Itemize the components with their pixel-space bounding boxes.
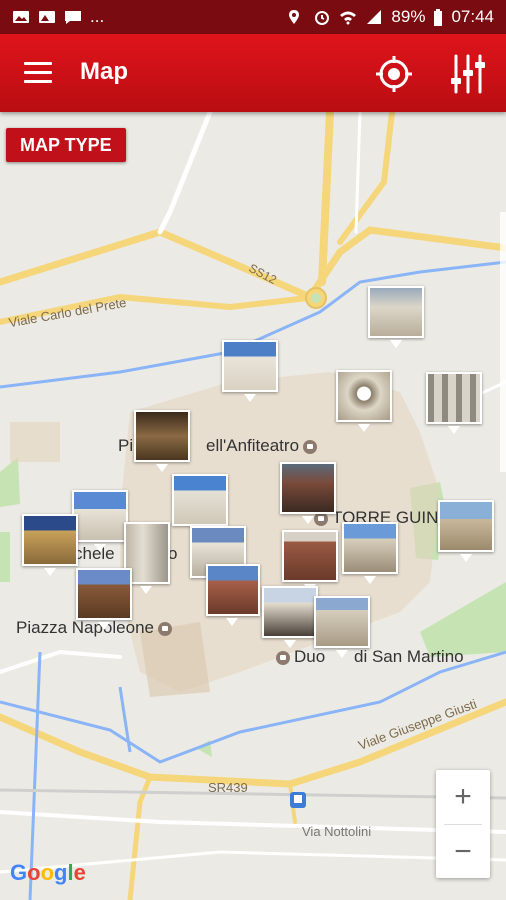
message-notification-icon — [64, 9, 82, 25]
app-bar: Map — [0, 34, 506, 112]
place-label-duomo-end: di San Martino — [354, 647, 464, 666]
marker-pointer — [284, 640, 296, 648]
place-label-piazza-napoleone: Piazza Napoleone — [16, 618, 172, 638]
road-label-sr439: SR439 — [208, 780, 248, 795]
place-label-anfiteatro-text: ell'Anfiteatro — [206, 436, 300, 455]
photo-marker[interactable] — [134, 410, 190, 462]
marker-pointer — [98, 622, 110, 630]
page-title: Map — [80, 58, 128, 85]
zoom-controls: + − — [436, 770, 490, 878]
google-logo-g: G — [10, 860, 28, 885]
image-notification-icon — [12, 9, 30, 25]
photo-marker[interactable] — [282, 530, 338, 582]
menu-icon[interactable] — [24, 60, 54, 86]
marker-pointer — [244, 394, 256, 402]
marker-pointer — [448, 426, 460, 434]
poi-icon — [157, 621, 172, 636]
location-icon — [287, 9, 305, 25]
photo-marker[interactable] — [76, 568, 132, 620]
marker-pointer — [94, 544, 106, 552]
filter-sliders-icon[interactable] — [448, 52, 488, 96]
google-logo: Google — [10, 860, 86, 886]
zoom-in-button[interactable]: + — [436, 770, 490, 824]
marker-pointer — [390, 340, 402, 348]
photo-marker[interactable] — [22, 514, 78, 566]
photo-marker[interactable] — [368, 286, 424, 338]
photo-marker[interactable] — [336, 370, 392, 422]
clock: 07:44 — [451, 7, 494, 26]
photo-marker[interactable] — [72, 490, 128, 542]
marker-pointer — [358, 424, 370, 432]
photo-marker[interactable] — [314, 596, 370, 648]
marker-pointer — [156, 464, 168, 472]
battery-icon — [433, 9, 443, 26]
my-location-icon[interactable] — [374, 54, 414, 94]
photo-marker[interactable] — [172, 474, 228, 526]
map-edge — [500, 212, 506, 472]
photo-marker[interactable] — [206, 564, 260, 616]
marker-pointer — [336, 650, 348, 658]
place-label-duomo: Duo — [276, 647, 325, 667]
google-logo-g2: g — [54, 860, 68, 885]
marker-pointer — [364, 576, 376, 584]
signal-icon — [365, 9, 383, 25]
gallery-notification-icon — [38, 9, 56, 25]
map-view[interactable]: MAP TYPE SS12 Viale Carlo del Prete Vial… — [0, 112, 506, 900]
place-label-anfiteatro: ell'Anfiteatro — [206, 436, 318, 456]
zoom-out-button[interactable]: − — [436, 825, 490, 879]
marker-pointer — [226, 618, 238, 626]
place-label-anfiteatro-start: Pi — [118, 436, 134, 455]
photo-marker[interactable] — [262, 586, 318, 638]
photo-marker[interactable] — [280, 462, 336, 514]
status-bar: ... 89% 07:44 — [0, 0, 506, 34]
poi-icon — [276, 650, 290, 665]
photo-marker[interactable] — [222, 340, 278, 392]
place-label-piazza-napoleone-text: Piazza Napoleone — [16, 618, 154, 637]
more-notifications: ... — [90, 7, 105, 26]
photo-marker[interactable] — [342, 522, 398, 574]
google-logo-o1: o — [27, 860, 41, 885]
battery-percent: 89% — [391, 7, 426, 26]
place-label-duomo-start: Duo — [294, 647, 326, 666]
marker-pointer — [302, 516, 314, 524]
map-type-button[interactable]: MAP TYPE — [6, 128, 126, 162]
google-logo-e: e — [73, 860, 86, 885]
road-label-via-nottolini: Via Nottolini — [302, 824, 372, 839]
marker-pointer — [460, 554, 472, 562]
wifi-icon — [339, 9, 357, 25]
marker-pointer — [44, 568, 56, 576]
google-logo-o2: o — [40, 860, 55, 885]
photo-marker[interactable] — [438, 500, 494, 552]
alarm-icon — [313, 9, 331, 25]
poi-icon — [303, 439, 318, 454]
photo-marker[interactable] — [426, 372, 482, 424]
marker-pointer — [140, 586, 152, 594]
